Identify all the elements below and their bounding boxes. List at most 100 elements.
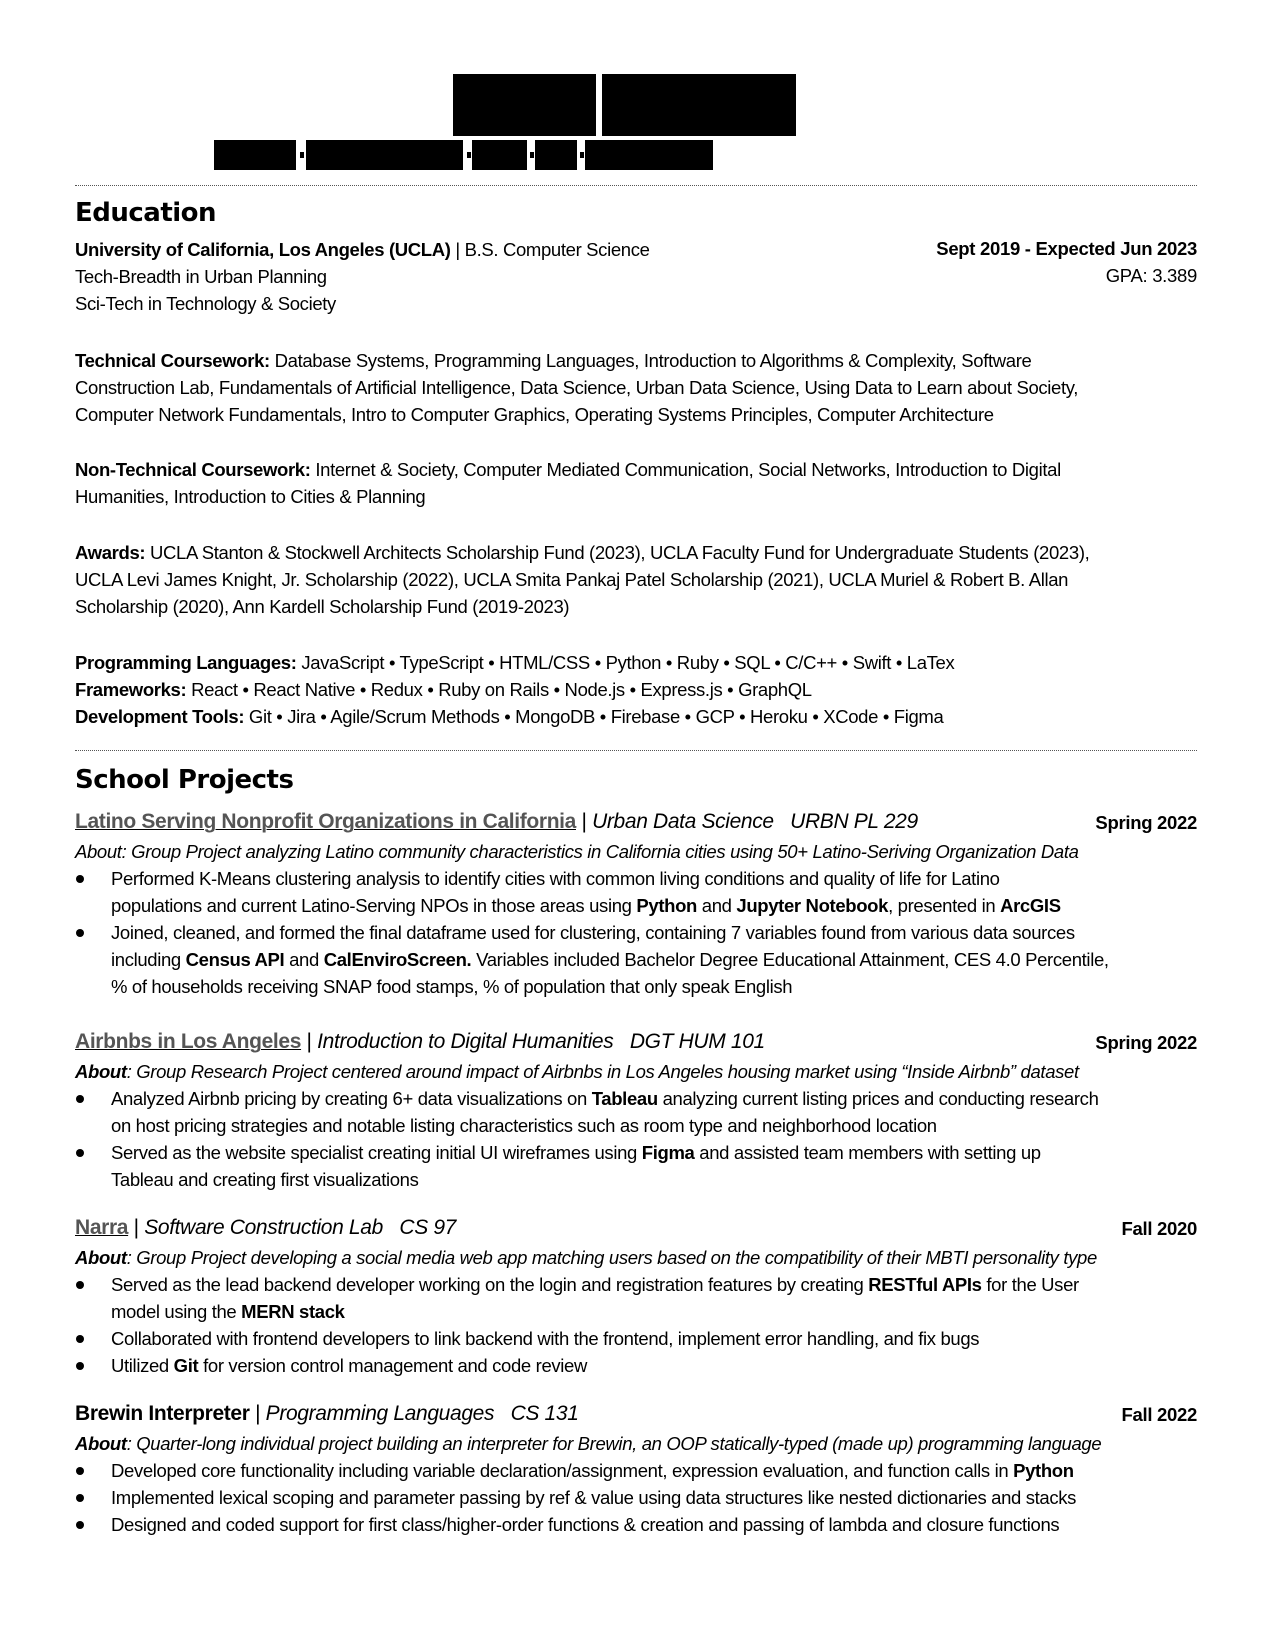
awards-line-3: Scholarship (2020), Ann Kardell Scholars… bbox=[75, 596, 570, 617]
contact-redaction-4 bbox=[535, 140, 577, 170]
contact-separator bbox=[467, 152, 471, 158]
section-divider bbox=[75, 750, 1197, 751]
contact-separator bbox=[300, 152, 304, 158]
pipe-separator: | bbox=[249, 1402, 266, 1425]
project-name: Brewin Interpreter bbox=[75, 1402, 250, 1425]
bullet-text: Implemented lexical scoping and paramete… bbox=[111, 1487, 1077, 1508]
project-term: Spring 2022 bbox=[1095, 1032, 1197, 1053]
bullet-text-line: Collaborated with frontend developers to… bbox=[111, 1325, 980, 1352]
education-gpa: GPA: 3.389 bbox=[1105, 265, 1198, 286]
bullet-text: Utilized bbox=[111, 1355, 174, 1376]
dev-tools-line: Development Tools: Git • Jira • Agile/Sc… bbox=[75, 703, 944, 730]
about-text: Group Project analyzing Latino community… bbox=[126, 841, 1079, 862]
bullet-icon bbox=[76, 1467, 84, 1475]
bullet-text: Designed and coded support for first cla… bbox=[111, 1514, 1060, 1535]
pipe-separator: | bbox=[576, 810, 593, 833]
bullet-text: model using the bbox=[111, 1301, 242, 1322]
education-heading: Education bbox=[75, 198, 217, 228]
awards-label: Awards: bbox=[75, 542, 146, 563]
bullet-text: and bbox=[696, 895, 737, 916]
bullet-text: Joined, cleaned, and formed the final da… bbox=[111, 922, 1075, 943]
school-name: University of California, Los Angeles (U… bbox=[75, 239, 451, 260]
frameworks-label: Frameworks: bbox=[75, 679, 187, 700]
about-label: About: bbox=[75, 841, 127, 862]
contact-redaction-1 bbox=[214, 140, 296, 170]
pipe-separator: | bbox=[128, 1216, 145, 1239]
bullet-text: % of households receiving SNAP food stam… bbox=[111, 976, 793, 997]
bullet-text-line: Implemented lexical scoping and paramete… bbox=[111, 1484, 1076, 1511]
contact-redaction-2 bbox=[306, 140, 463, 170]
contact-redaction-3 bbox=[472, 140, 527, 170]
project-course: Software Construction Lab CS 97 bbox=[144, 1216, 456, 1239]
bullet-text: and assisted team members with setting u… bbox=[694, 1142, 1041, 1163]
name-redaction-first bbox=[453, 74, 596, 136]
bullet-text: for version control management and code … bbox=[198, 1355, 588, 1376]
nontech-coursework-line-2: Humanities, Introduction to Cities & Pla… bbox=[75, 486, 426, 507]
awards-line-2: UCLA Levi James Knight, Jr. Scholarship … bbox=[75, 569, 1069, 590]
technical-coursework-text: Database Systems, Programming Languages,… bbox=[269, 350, 1032, 371]
about-label: About bbox=[75, 1061, 127, 1082]
bullet-text-line: on host pricing strategies and notable l… bbox=[111, 1112, 937, 1139]
project-title-line: Brewin Interpreter | Programming Languag… bbox=[75, 1400, 579, 1427]
about-text: : Group Research Project centered around… bbox=[126, 1061, 1079, 1082]
bullet-icon bbox=[76, 1095, 84, 1103]
education-dates: Sept 2019 - Expected Jun 2023 bbox=[936, 238, 1197, 259]
contact-separator bbox=[530, 152, 534, 158]
awards-line-1: Awards: UCLA Stanton & Stockwell Archite… bbox=[75, 539, 1090, 566]
bullet-text: Performed K-Means clustering analysis to… bbox=[111, 868, 1000, 889]
technical-coursework-label: Technical Coursework: bbox=[75, 350, 270, 371]
project-title-line: Narra | Software Construction Lab CS 97 bbox=[75, 1214, 456, 1241]
projects-heading: School Projects bbox=[75, 765, 294, 795]
bullet-icon bbox=[76, 1281, 84, 1289]
project-course: Urban Data Science URBN PL 229 bbox=[592, 810, 918, 833]
project-about: About: Group Project developing a social… bbox=[75, 1244, 1097, 1271]
bullet-text: Variables included Bachelor Degree Educa… bbox=[471, 949, 1109, 970]
project-about: About: Quarter-long individual project b… bbox=[75, 1430, 1102, 1457]
highlighted-skill: ArcGIS bbox=[1000, 895, 1061, 916]
highlighted-skill: Jupyter Notebook bbox=[736, 895, 889, 916]
bullet-text-line: model using the MERN stack bbox=[111, 1298, 345, 1325]
frameworks-value: React • React Native • Redux • Ruby on R… bbox=[186, 679, 812, 700]
highlighted-skill: MERN stack bbox=[241, 1301, 345, 1322]
frameworks-line: Frameworks: React • React Native • Redux… bbox=[75, 676, 812, 703]
bullet-text-line: % of households receiving SNAP food stam… bbox=[111, 973, 793, 1000]
education-school-line: University of California, Los Angeles (U… bbox=[75, 236, 650, 263]
bullet-text: on host pricing strategies and notable l… bbox=[111, 1115, 937, 1136]
bullet-text: Served as the website specialist creatin… bbox=[111, 1142, 642, 1163]
bullet-text: including bbox=[111, 949, 186, 970]
name-redaction-last bbox=[602, 74, 796, 136]
header-divider bbox=[75, 185, 1197, 186]
highlighted-skill: Tableau bbox=[591, 1088, 658, 1109]
highlighted-skill: Git bbox=[173, 1355, 199, 1376]
project-link[interactable]: Latino Serving Nonprofit Organizations i… bbox=[75, 810, 576, 833]
bullet-text: for the User bbox=[981, 1274, 1079, 1295]
bullet-text: Collaborated with frontend developers to… bbox=[111, 1328, 980, 1349]
bullet-icon bbox=[76, 1494, 84, 1502]
about-text: : Group Project developing a social medi… bbox=[126, 1247, 1098, 1268]
bullet-text: Developed core functionality including v… bbox=[111, 1460, 1014, 1481]
project-term: Spring 2022 bbox=[1095, 812, 1197, 833]
project-course: Programming Languages CS 131 bbox=[265, 1402, 579, 1425]
bullet-text: Tableau and creating first visualization… bbox=[111, 1169, 419, 1190]
awards-text: UCLA Stanton & Stockwell Architects Scho… bbox=[145, 542, 1090, 563]
bullet-text: Served as the lead backend developer wor… bbox=[111, 1274, 869, 1295]
bullet-text-line: Joined, cleaned, and formed the final da… bbox=[111, 919, 1075, 946]
nontech-coursework-text: Internet & Society, Computer Mediated Co… bbox=[310, 459, 1061, 480]
bullet-text-line: Designed and coded support for first cla… bbox=[111, 1511, 1060, 1538]
highlighted-skill: RESTful APIs bbox=[868, 1274, 982, 1295]
bullet-text-line: Analyzed Airbnb pricing by creating 6+ d… bbox=[111, 1085, 1099, 1112]
programming-languages-label: Programming Languages: bbox=[75, 652, 297, 673]
bullet-text-line: including Census API and CalEnviroScreen… bbox=[111, 946, 1109, 973]
project-link[interactable]: Airbnbs in Los Angeles bbox=[75, 1030, 301, 1053]
education-minor-2: Sci-Tech in Technology & Society bbox=[75, 293, 336, 314]
programming-languages-value: JavaScript • TypeScript • HTML/CSS • Pyt… bbox=[296, 652, 955, 673]
project-link[interactable]: Narra bbox=[75, 1216, 128, 1239]
technical-coursework-line-3: Computer Network Fundamentals, Intro to … bbox=[75, 404, 994, 425]
bullet-icon bbox=[76, 1362, 84, 1370]
bullet-icon bbox=[76, 1149, 84, 1157]
contact-separator bbox=[580, 152, 584, 158]
project-about: About: Group Research Project centered a… bbox=[75, 1058, 1079, 1085]
bullet-text-line: Utilized Git for version control managem… bbox=[111, 1352, 587, 1379]
project-title-line: Airbnbs in Los Angeles | Introduction to… bbox=[75, 1028, 765, 1055]
bullet-text-line: populations and current Latino-Serving N… bbox=[111, 892, 1061, 919]
